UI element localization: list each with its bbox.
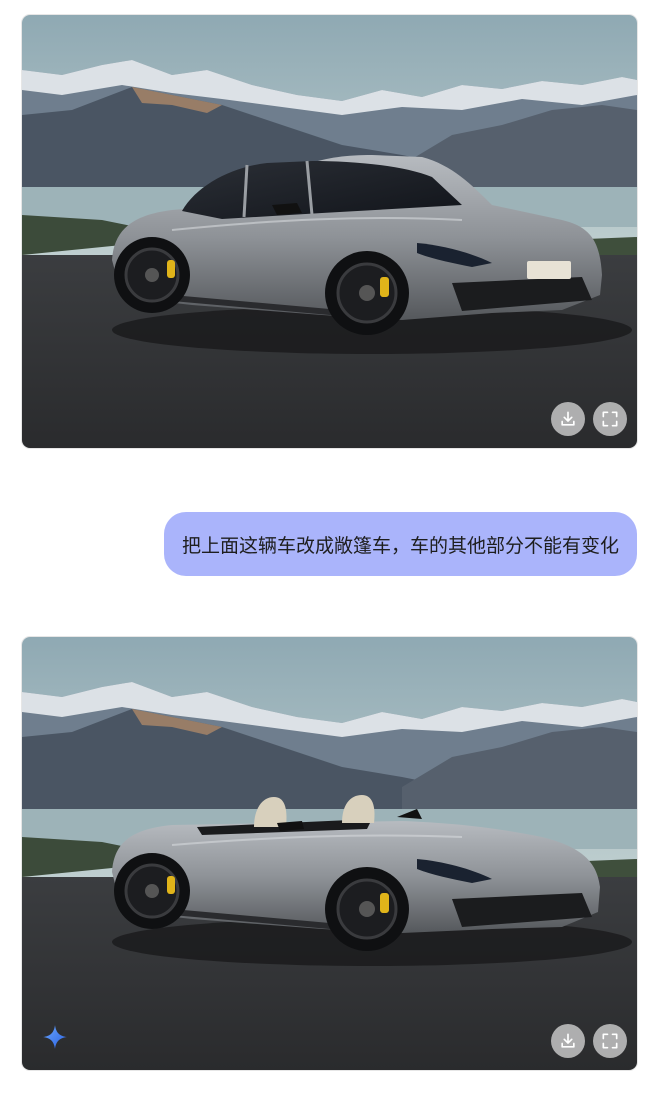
fullscreen-icon [602, 411, 618, 427]
generated-convertible-image[interactable] [22, 637, 637, 1070]
sparkle-icon [43, 1025, 67, 1049]
download-button[interactable] [551, 402, 585, 436]
fullscreen-button[interactable] [593, 1024, 627, 1058]
original-car-image[interactable] [22, 15, 637, 448]
download-icon [561, 411, 575, 426]
fullscreen-button[interactable] [593, 402, 627, 436]
fullscreen-icon [602, 1033, 618, 1049]
download-button[interactable] [551, 1024, 585, 1058]
download-icon [561, 1033, 575, 1048]
convertible-photo [22, 637, 637, 1070]
car-photo [22, 15, 637, 448]
user-message-bubble: 把上面这辆车改成敞篷车，车的其他部分不能有变化 [163, 512, 637, 576]
user-message-text: 把上面这辆车改成敞篷车，车的其他部分不能有变化 [181, 534, 619, 557]
